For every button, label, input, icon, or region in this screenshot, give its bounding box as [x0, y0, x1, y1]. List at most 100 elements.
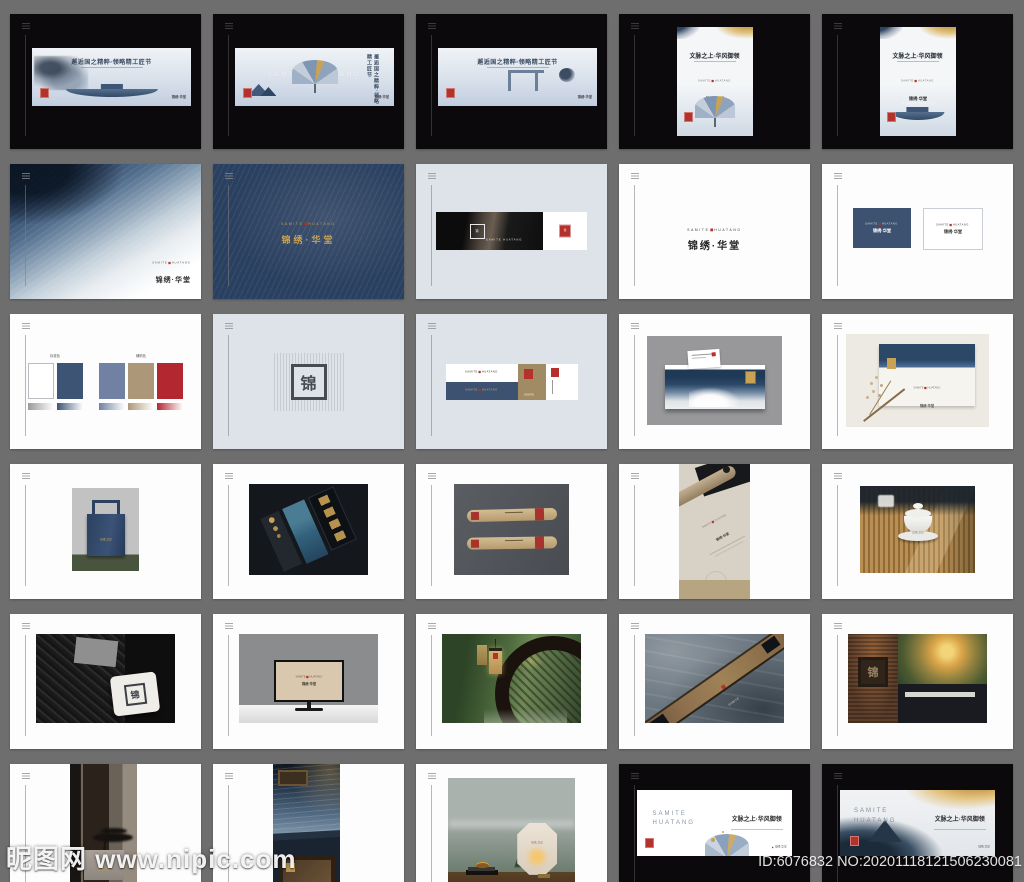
roller-knob — [723, 466, 730, 473]
thumb-logo-lockups: SAMITE HUATANG SAMITE HUATANG SAMITE — [416, 314, 607, 449]
scroll-text-block: SAMITEHUATANG 锦绣·华堂 — [679, 495, 750, 566]
logo-mark-char: 锦 — [130, 689, 141, 701]
monitor-screen: SAMITE HUATANG 锦绣·华堂 — [275, 661, 342, 700]
brand-cn-text: 锦绣·华堂 — [374, 95, 389, 99]
brand-cn-text: 锦绣·华堂 — [978, 845, 990, 849]
thumb-gift-boxes — [213, 464, 404, 599]
thumb-photo-strip: 锦 SAMITE HUATANG 锦 — [416, 164, 607, 299]
brand-en-text: SAMITE HUATANG — [901, 102, 938, 106]
tube-text-line — [504, 512, 523, 514]
metal-fitting — [761, 635, 781, 654]
watermark-id: ID:6076832 NO:20201118121506230081 — [758, 854, 1022, 870]
ink-mountain-graphic — [34, 56, 89, 90]
red-seal — [493, 653, 499, 660]
lockup-navy-strip: SAMITE HUATANG — [445, 381, 518, 400]
thumb-logo-page: SAMITE HUATANG 锦绣·华堂 — [619, 164, 810, 299]
brand-en-row: SAMITEHUATANG — [865, 223, 898, 226]
gold-brush-graphic — [915, 27, 956, 46]
stone-bench — [905, 692, 975, 698]
stone-path — [483, 708, 568, 723]
brand-en-row: SAMITEHUATANG — [698, 79, 731, 83]
lockup-tan-caption: SAMITE — [524, 383, 546, 401]
boat-graphic — [65, 89, 158, 97]
swatch-red — [157, 363, 183, 399]
hero-banner-artwork: SAMITE HUATANG 邂逅国之精粹·领略精工匠节 锦绣·华堂 — [438, 48, 597, 106]
brand-logo: SAMITEHUATANG 锦绣·华堂 — [879, 376, 975, 412]
divider — [933, 829, 986, 831]
logo-card-white: SAMITE HUATANG 锦绣·华堂 — [922, 208, 983, 250]
brand-en-left: SAMITE — [652, 810, 687, 817]
gate-lintel-graphic — [507, 70, 544, 73]
brand-en-left: SAMITE — [853, 808, 889, 815]
thumb-cover-navy: SAMITE HUATANG 锦绣·华堂 — [213, 164, 404, 299]
brand-logo: 锦绣·华堂 — [363, 85, 389, 103]
mockup-photo — [454, 484, 569, 575]
palette-group-secondary: 辅助色 — [99, 344, 183, 410]
dark-pavilion — [898, 683, 987, 723]
red-band — [534, 508, 544, 521]
branch-blossoms — [866, 396, 869, 399]
brand-en-right: HUATANG — [308, 222, 336, 226]
brand-en-left: SAMITE — [281, 222, 304, 226]
red-seal — [523, 368, 533, 379]
fan-lamp: 锦绣·华堂 — [517, 822, 558, 875]
brand-cn-text: 锦绣·华堂 — [943, 230, 962, 235]
lockup-white-strip: SAMITE HUATANG — [445, 363, 518, 382]
mockup-photo: 锦 — [36, 634, 175, 723]
red-seal — [470, 512, 479, 521]
monitor-frame: SAMITE HUATANG 锦绣·华堂 — [273, 659, 344, 702]
mockup-photo — [249, 484, 368, 575]
swatch-tan — [128, 363, 154, 399]
gate-post-graphic — [534, 73, 538, 91]
thumbnail-grid: SAMITE HUATANG 邂逅国之精粹·领略精工匠节 锦绣·华堂 SAMIT… — [0, 0, 1024, 882]
logo-mark-outline: 锦 — [470, 224, 485, 239]
gold-seal — [744, 371, 756, 384]
brand-en-left: SAMITE — [152, 261, 168, 265]
seal-char: 锦 — [563, 229, 567, 233]
thumb-scroll-open: SAMITEHUATANG 锦绣·华堂 — [619, 464, 810, 599]
brand-logo: 锦绣·华堂 — [566, 85, 592, 103]
red-seal — [850, 836, 859, 846]
swatch-navy — [57, 363, 83, 399]
logo-mark-char: 锦 — [300, 375, 317, 393]
divider — [80, 67, 143, 68]
thumb-banner-gate: SAMITE HUATANG 邂逅国之精粹·领略精工匠节 锦绣·华堂 — [416, 14, 607, 149]
ink-corner-graphic — [879, 27, 902, 39]
divider — [693, 61, 736, 62]
brand-en-left: SAMITE — [913, 386, 924, 390]
lamp-glow — [529, 848, 546, 865]
brand-en-right: HUATANG — [881, 223, 898, 226]
red-seal — [470, 539, 479, 548]
divider — [486, 67, 549, 68]
thumb-envelope-mockup: SAMITE HUATANG 锦绣·华堂 — [822, 314, 1013, 449]
logo-mark-char: 锦 — [475, 229, 480, 233]
card-text-line — [691, 353, 712, 356]
brand-en-left: SAMITE — [295, 675, 306, 679]
brand-en-right: HUATANG — [714, 79, 731, 83]
brand-en-left: SAMITE — [701, 521, 713, 529]
mist-band — [448, 820, 575, 829]
brand-en-left: SAMITE — [523, 393, 534, 397]
thumb-poster-fan: 文脉之上·华风御领 SAMITEHUATANG 锦绣·华堂 — [619, 14, 810, 149]
cards-layout: SAMITE HUATANG 锦绣·华堂 SAMITE HUATANG 锦绣·华堂 — [822, 208, 1013, 250]
book-stack — [468, 867, 496, 872]
lockup-tan-block: SAMITE — [517, 363, 546, 401]
gradient-bar — [28, 403, 54, 410]
brand-en-right: HUATANG — [853, 817, 897, 824]
thumb-banner-boat: SAMITE HUATANG 邂逅国之精粹·领略精工匠节 锦绣·华堂 — [10, 14, 201, 149]
thumb-wall-plaque: 锦 — [822, 614, 1013, 749]
brand-logo: 锦绣·华堂 — [964, 835, 990, 853]
lantern — [489, 648, 503, 675]
banner-artwork: SAMITE HUATANG 文脉之上·华风御领 锦绣·华堂 — [637, 790, 792, 856]
thumb-logo-cards: SAMITE HUATANG 锦绣·华堂 SAMITE HUATANG 锦绣·华堂 — [822, 164, 1013, 299]
sunset-trees — [898, 634, 987, 684]
thumb-screen-mockup: SAMITE HUATANG 锦绣·华堂 — [213, 614, 404, 749]
thumb-color-palette: 标准色 辅助色 — [10, 314, 201, 449]
brand-en-row: SAMITEHUATANG — [913, 386, 940, 390]
gradient-bar — [128, 403, 154, 410]
logo-plaque: 锦 — [858, 657, 889, 688]
brand-logo: 锦绣·华堂 — [160, 85, 186, 103]
monitor-base — [294, 707, 323, 711]
mockup-photo: SAMITEHUATANG 锦绣·华堂 — [846, 334, 989, 427]
red-square-mark — [924, 386, 927, 390]
